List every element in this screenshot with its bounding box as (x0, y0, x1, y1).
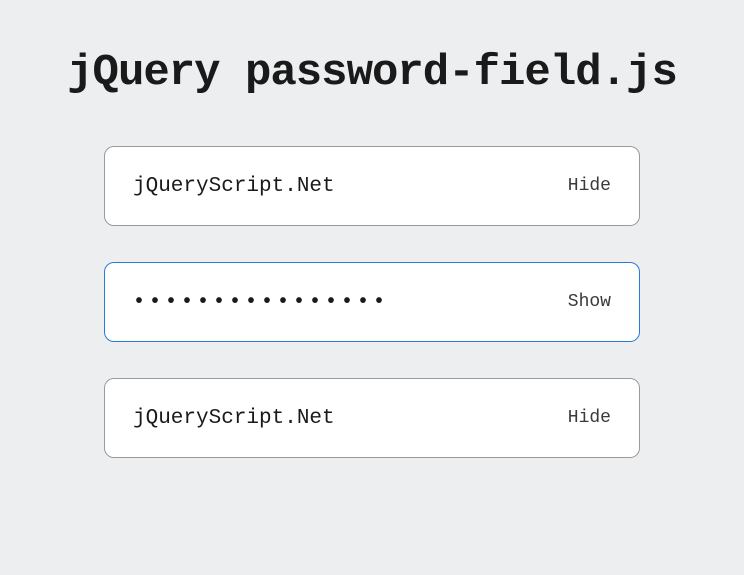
toggle-visibility-button-2[interactable]: Show (568, 288, 611, 316)
password-field-3: jQueryScript.Net Hide (104, 378, 640, 458)
toggle-visibility-button-3[interactable]: Hide (568, 404, 611, 432)
password-field-2: •••••••••••••••• Show (104, 262, 640, 342)
password-field-1: jQueryScript.Net Hide (104, 146, 640, 226)
password-input-3[interactable]: jQueryScript.Net (133, 407, 568, 430)
toggle-visibility-button-1[interactable]: Hide (568, 172, 611, 200)
password-input-2[interactable]: •••••••••••••••• (133, 291, 568, 314)
password-fields-container: jQueryScript.Net Hide •••••••••••••••• S… (0, 146, 744, 458)
password-input-1[interactable]: jQueryScript.Net (133, 175, 568, 198)
page-title: jQuery password-field.js (0, 48, 744, 98)
